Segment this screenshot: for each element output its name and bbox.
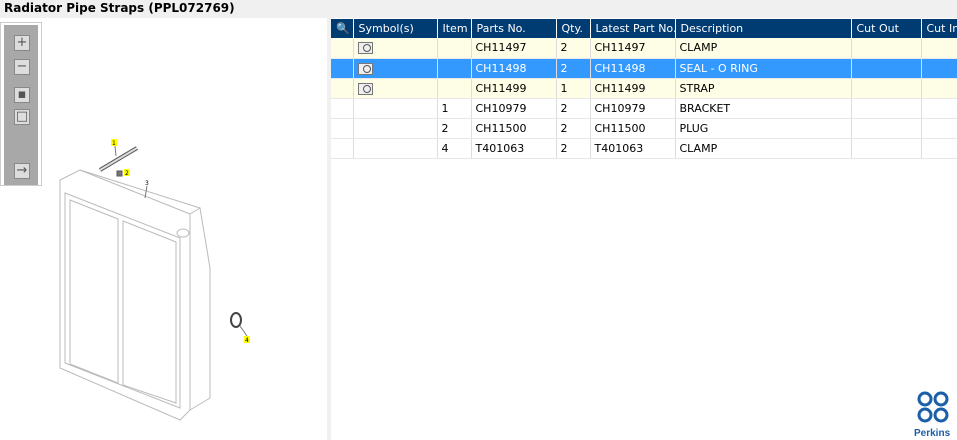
symbol-cell — [353, 78, 438, 99]
header-qty[interactable]: Qty. — [556, 19, 591, 38]
cut-in-cell — [921, 78, 957, 99]
item-cell — [437, 78, 472, 99]
description-cell: STRAP — [675, 78, 852, 99]
table-header: 🔍 Symbol(s) Item Parts No. Qty. Latest P… — [331, 19, 957, 38]
parts-table: 🔍 Symbol(s) Item Parts No. Qty. Latest P… — [331, 19, 957, 159]
item-cell: 4 — [437, 138, 472, 159]
callout-2[interactable]: 2 — [125, 170, 129, 177]
description-cell: BRACKET — [675, 98, 852, 119]
callout-3[interactable]: 3 — [145, 180, 149, 187]
part-no-cell: CH10979 — [471, 98, 557, 119]
table-row[interactable]: 4 T401063 2 T401063 CLAMP — [331, 138, 957, 159]
qty-cell: 2 — [556, 118, 591, 139]
symbol-cell — [353, 38, 438, 59]
part-no-cell: T401063 — [471, 138, 557, 159]
header-cut-in[interactable]: Cut In — [921, 19, 957, 38]
row-marker — [331, 118, 354, 139]
item-cell — [437, 58, 472, 79]
callout-4[interactable]: 4 — [245, 337, 249, 344]
qty-cell: 1 — [556, 78, 591, 99]
symbol-cell — [353, 98, 438, 119]
callout-1[interactable]: 1 — [112, 140, 116, 147]
latest-part-no-cell: CH10979 — [590, 98, 676, 119]
row-marker — [331, 138, 354, 159]
latest-part-no-cell: T401063 — [590, 138, 676, 159]
book-search-icon[interactable] — [357, 62, 373, 75]
row-marker — [331, 98, 354, 119]
search-column-icon[interactable]: 🔍 — [331, 19, 354, 38]
qty-cell: 2 — [556, 58, 591, 79]
cut-out-cell — [851, 78, 922, 99]
drawing-viewer[interactable]: + − ▪ □ → 1 2 3 4 — [0, 18, 327, 440]
description-cell: CLAMP — [675, 38, 852, 59]
book-search-icon[interactable] — [357, 42, 373, 55]
symbol-cell — [353, 138, 438, 159]
item-cell — [437, 38, 472, 59]
part-no-cell: CH11500 — [471, 118, 557, 139]
qty-cell: 2 — [556, 138, 591, 159]
description-cell: PLUG — [675, 118, 852, 139]
table-row[interactable]: CH11497 2 CH11497 CLAMP — [331, 38, 957, 59]
cut-out-cell — [851, 38, 922, 59]
cut-in-cell — [921, 138, 957, 159]
cut-in-cell — [921, 38, 957, 59]
item-cell: 1 — [437, 98, 472, 119]
item-cell: 2 — [437, 118, 472, 139]
cut-in-cell — [921, 98, 957, 119]
latest-part-no-cell: CH11499 — [590, 78, 676, 99]
header-parts-no[interactable]: Parts No. — [471, 19, 557, 38]
book-search-icon[interactable] — [357, 82, 373, 95]
symbol-cell — [353, 118, 438, 139]
qty-cell: 2 — [556, 38, 591, 59]
table-row[interactable]: CH11498 2 CH11498 SEAL - O RING — [331, 58, 957, 79]
table-row[interactable]: 1 CH10979 2 CH10979 BRACKET — [331, 98, 957, 119]
header-description[interactable]: Description — [675, 19, 852, 38]
row-marker — [331, 58, 354, 79]
cut-in-cell — [921, 118, 957, 139]
row-marker — [331, 38, 354, 59]
part-no-cell: CH11498 — [471, 58, 557, 79]
latest-part-no-cell: CH11497 — [590, 38, 676, 59]
perkins-logo: Perkins — [914, 391, 951, 439]
cut-out-cell — [851, 138, 922, 159]
cut-out-cell — [851, 118, 922, 139]
header-symbols[interactable]: Symbol(s) — [353, 19, 438, 38]
latest-part-no-cell: CH11500 — [590, 118, 676, 139]
description-cell: CLAMP — [675, 138, 852, 159]
page-title: Radiator Pipe Straps (PPL072769) — [0, 0, 957, 18]
cut-out-cell — [851, 98, 922, 119]
part-no-cell: CH11499 — [471, 78, 557, 99]
cut-in-cell — [921, 58, 957, 79]
cut-out-cell — [851, 58, 922, 79]
header-latest-part-no[interactable]: Latest Part No. — [590, 19, 676, 38]
symbol-cell — [353, 58, 438, 79]
table-row[interactable]: CH11499 1 CH11499 STRAP — [331, 78, 957, 99]
header-cut-out[interactable]: Cut Out — [851, 19, 922, 38]
logo-text: Perkins — [914, 428, 951, 439]
row-marker — [331, 78, 354, 99]
description-cell: SEAL - O RING — [675, 58, 852, 79]
header-item[interactable]: Item — [437, 19, 472, 38]
part-no-cell: CH11497 — [471, 38, 557, 59]
qty-cell: 2 — [556, 98, 591, 119]
radiator-drawing: 1 2 3 4 — [59, 139, 250, 421]
table-row[interactable]: 2 CH11500 2 CH11500 PLUG — [331, 118, 957, 139]
latest-part-no-cell: CH11498 — [590, 58, 676, 79]
